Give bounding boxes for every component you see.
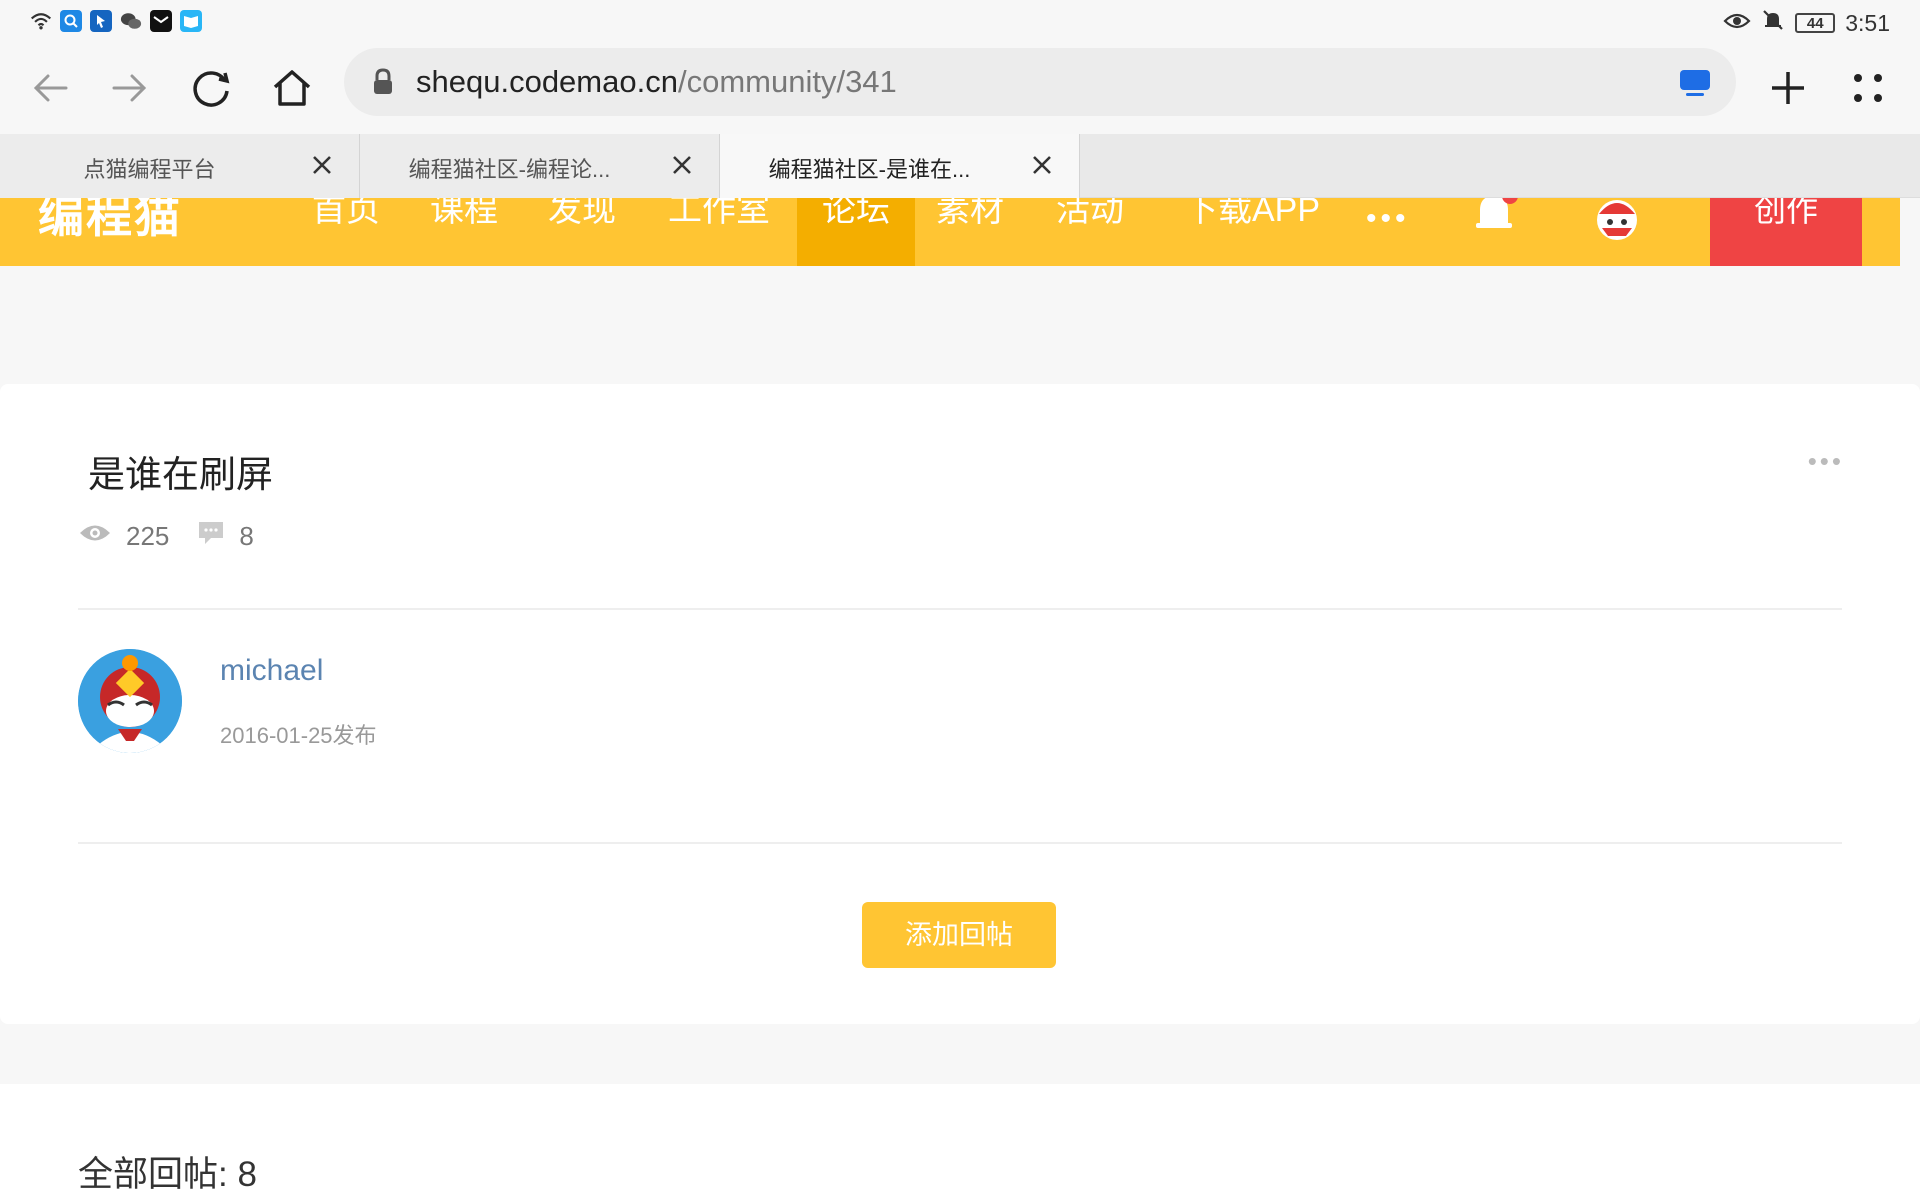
nav-item-discover[interactable]: 发现 [532, 198, 632, 266]
view-count: 225 [126, 521, 170, 551]
wechat-icon [120, 10, 142, 32]
forward-icon[interactable] [102, 60, 158, 116]
notification-bell-icon[interactable] [1472, 198, 1528, 239]
post-title: 是谁在刷屏 [88, 454, 273, 495]
wifi-icon [30, 10, 52, 32]
new-tab-icon[interactable] [1760, 60, 1816, 116]
tab-3-active[interactable]: 编程猫社区-是谁在... [720, 134, 1080, 198]
nav-item-events[interactable]: 活动 [1040, 198, 1140, 266]
close-icon[interactable] [1027, 150, 1057, 180]
post-more-icon[interactable]: ••• [1808, 446, 1844, 477]
status-right: 44 3:51 [1723, 8, 1890, 38]
url-text[interactable]: shequ.codemao.cn/community/341 [416, 64, 897, 100]
user-avatar[interactable] [1592, 198, 1642, 242]
browser-toolbar: shequ.codemao.cn/community/341 [0, 46, 1920, 134]
comment-count: 8 [239, 521, 254, 551]
reader-app-icon [180, 10, 202, 32]
nav-item-download-app[interactable]: 下载APP [1172, 198, 1332, 266]
close-icon[interactable] [307, 150, 337, 180]
tab-1[interactable]: 点猫编程平台 [0, 134, 360, 198]
address-bar[interactable]: shequ.codemao.cn/community/341 [344, 48, 1736, 116]
pin-app-icon [90, 10, 112, 32]
post-date: 2016-01-25发布 [220, 723, 377, 748]
nav-more-icon[interactable]: ••• [1366, 202, 1410, 236]
tab-title: 编程猫社区-编程论... [408, 157, 611, 182]
reload-icon[interactable] [184, 60, 240, 116]
divider [78, 608, 1842, 610]
back-icon[interactable] [22, 60, 78, 116]
divider [78, 842, 1842, 844]
battery-icon: 44 [1795, 13, 1836, 33]
post-stats: 225 8 [78, 520, 282, 553]
screencast-icon[interactable] [1678, 68, 1712, 103]
comment-icon [197, 520, 225, 553]
search-app-icon [60, 10, 82, 32]
mail-app-icon [150, 10, 172, 32]
nav-item-home[interactable]: 首页 [296, 198, 396, 266]
replies-card: 全部回帖: 8 [0, 1084, 1920, 1200]
clock: 3:51 [1845, 9, 1890, 36]
lock-icon [372, 68, 394, 101]
author-avatar[interactable] [78, 649, 182, 753]
menu-icon[interactable] [1840, 60, 1896, 116]
site-logo[interactable]: 编程猫 [38, 198, 182, 246]
author-name-link[interactable]: michael [220, 654, 323, 688]
tab-title: 编程猫社区-是谁在... [768, 157, 971, 182]
nav-item-materials[interactable]: 素材 [920, 198, 1020, 266]
home-icon[interactable] [264, 60, 320, 116]
nav-item-courses[interactable]: 课程 [414, 198, 514, 266]
nav-item-forum[interactable]: 论坛 [797, 198, 915, 266]
tab-title: 点猫编程平台 [83, 157, 216, 182]
post-card: 是谁在刷屏 ••• 225 8 michael 2016-01-25发布 添加回… [0, 384, 1920, 1024]
create-button[interactable]: 创作 [1710, 198, 1862, 266]
replies-header: 全部回帖: 8 [78, 1155, 257, 1194]
status-bar: 44 3:51 [0, 0, 1920, 46]
eye-icon [78, 521, 112, 552]
bell-muted-icon [1761, 8, 1785, 38]
tab-2[interactable]: 编程猫社区-编程论... [360, 134, 720, 198]
site-nav: 编程猫 首页 课程 发现 工作室 论坛 素材 活动 下载APP ••• 创作 [0, 198, 1900, 266]
close-icon[interactable] [667, 150, 697, 180]
tab-strip: 点猫编程平台 编程猫社区-编程论... 编程猫社区-是谁在... [0, 134, 1920, 198]
nav-item-studio[interactable]: 工作室 [650, 198, 788, 266]
add-reply-button[interactable]: 添加回帖 [862, 902, 1056, 968]
status-left-icons [30, 10, 202, 32]
eye-icon [1723, 10, 1751, 37]
